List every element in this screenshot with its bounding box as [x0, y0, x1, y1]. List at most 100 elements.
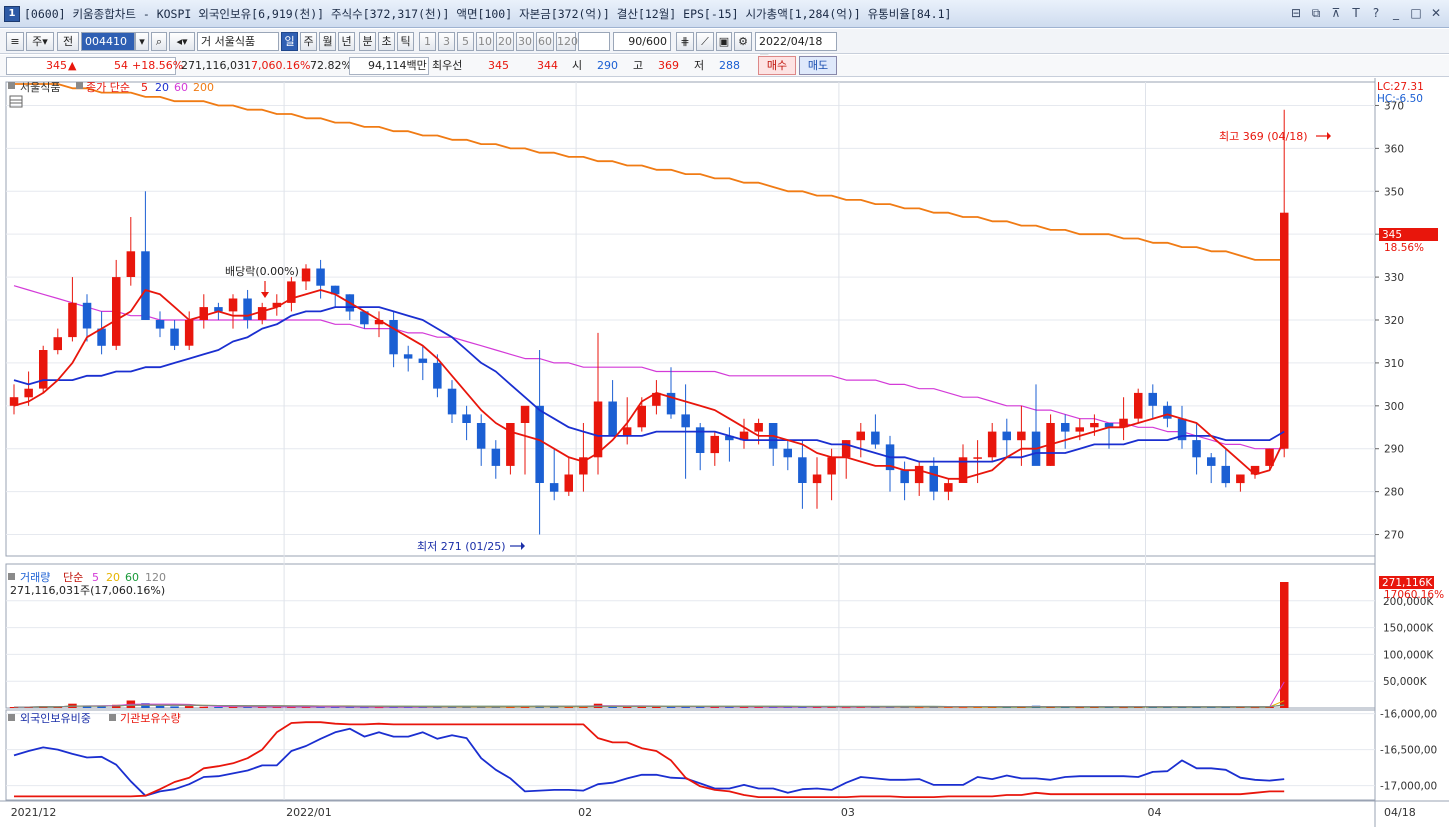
pin-icon[interactable]: ⊼ [1329, 5, 1343, 21]
period-second-tab[interactable]: 초 [378, 32, 395, 51]
sound-icon[interactable]: ◂▾ [169, 32, 195, 51]
candle-body [1002, 431, 1011, 441]
interval-60[interactable]: 60 [536, 32, 554, 51]
window-title: [0600] 키움종합차트 - KOSPI 외국인보유[6,919(천)] 주식… [24, 6, 952, 21]
period-week-tab[interactable]: 주 [300, 32, 317, 51]
layout-icon[interactable]: ⊟ [1289, 5, 1303, 21]
mode-select[interactable]: 주▾ [26, 32, 54, 51]
interval-10[interactable]: 10 [476, 32, 494, 51]
maximize-button[interactable]: □ [1409, 5, 1423, 21]
volume-value: 271,116,031 [181, 59, 251, 72]
menu-icon[interactable]: ≡ [6, 32, 24, 51]
candle-body [1134, 392, 1143, 419]
date-label: 03 [841, 806, 855, 819]
date-input[interactable]: 2022/04/18 ▦ [755, 32, 837, 65]
candle-body [681, 414, 690, 428]
interval-20[interactable]: 20 [496, 32, 514, 51]
candle-body [564, 474, 573, 492]
sell-button[interactable]: 매도 [799, 56, 837, 75]
line-tool-icon[interactable]: ⟋ [696, 32, 714, 51]
date-label: 04 [1148, 806, 1162, 819]
candle-body [257, 307, 267, 320]
interval-5[interactable]: 5 [457, 32, 474, 51]
volume-bar [214, 706, 223, 708]
volume-tick-label: 100,000K [1383, 649, 1434, 661]
interval-1[interactable]: 1 [419, 32, 436, 51]
period-minute-tab[interactable]: 분 [359, 32, 376, 51]
legend-vma5: 5 [92, 571, 99, 584]
volume-tick-label: 150,000K [1383, 623, 1434, 635]
stock-name-field[interactable]: 거 서울식품 [197, 32, 279, 51]
candle-body [754, 423, 763, 432]
stock-code-input[interactable]: 004410 [81, 32, 135, 51]
interval-120[interactable]: 120 [556, 32, 578, 51]
candle-body [418, 358, 428, 363]
candle-body [112, 277, 121, 346]
legend-ma-label: 종가 단순 [86, 81, 130, 94]
candle-body [82, 302, 92, 329]
period-month-tab[interactable]: 월 [319, 32, 336, 51]
last-date-label: 04/18 [1384, 806, 1416, 819]
candle-body [1236, 474, 1245, 484]
interval-3[interactable]: 3 [438, 32, 455, 51]
candle-body [1075, 427, 1084, 432]
candle-tool-icon[interactable]: ⋕ [676, 32, 694, 51]
help-icon[interactable]: ? [1369, 5, 1383, 21]
legend-ma5: 5 [141, 81, 148, 94]
foreign-tick-label: -16,000,00 [1380, 709, 1437, 721]
legend-vma120: 120 [145, 571, 166, 584]
price-current-tag: 345 [1382, 229, 1402, 241]
jeon-button[interactable]: 전 [57, 32, 79, 51]
period-year-tab[interactable]: 년 [338, 32, 355, 51]
candle-body [973, 457, 982, 459]
price-tick-label: 350 [1384, 186, 1404, 198]
volume-bar [184, 706, 194, 708]
legend-ma200: 200 [193, 81, 214, 94]
buy-button[interactable]: 매수 [758, 56, 796, 75]
custom-interval-select[interactable] [578, 32, 610, 51]
interval-30[interactable]: 30 [516, 32, 534, 51]
candle-body [929, 465, 938, 492]
toolbar: ≡ 주▾ 전 004410 ▾ ⌕ ◂▾ 거 서울식품 일 주 월 년 분 초 … [0, 29, 1449, 65]
count-input[interactable]: 90/600 [613, 32, 671, 51]
code-dropdown-icon[interactable]: ▾ [135, 32, 149, 51]
high-annotation: 최고 369 (04/18) [1219, 130, 1308, 143]
candle-body [593, 401, 603, 458]
candle-body [243, 298, 252, 320]
low-price: 288 [719, 59, 740, 72]
volume-current-tag: 271,116K [1382, 577, 1433, 589]
save-icon[interactable]: ▣ [716, 32, 732, 51]
period-day-tab[interactable]: 일 [281, 32, 298, 51]
candle-body [1061, 423, 1070, 432]
period-tick-tab[interactable]: 틱 [397, 32, 414, 51]
chart-canvas[interactable]: 27028029030031032033034035036037050,000K… [0, 78, 1449, 827]
volume-bar [652, 706, 661, 708]
minimize-button[interactable]: _ [1389, 5, 1403, 21]
candle-body [900, 470, 909, 484]
link-icon[interactable]: ⧉ [1309, 5, 1323, 21]
legend-stock-name: 서울식품 [20, 81, 60, 94]
candle-body [871, 431, 880, 445]
candle-body [1017, 431, 1026, 441]
current-price: 345 [46, 59, 67, 72]
candle-body [24, 388, 33, 398]
date-label: 02 [578, 806, 592, 819]
candle-body [1221, 465, 1230, 484]
price-tick-label: 320 [1384, 315, 1404, 327]
settings-icon[interactable]: ⚙ [734, 32, 752, 51]
chart-area[interactable]: 27028029030031032033034035036037050,000K… [0, 78, 1449, 827]
high-price: 369 [658, 59, 679, 72]
text-icon[interactable]: T [1349, 5, 1363, 21]
candle-body [827, 457, 836, 475]
candle-body [710, 435, 719, 454]
price-tick-label: 360 [1384, 143, 1404, 155]
price-tick-label: 290 [1384, 444, 1404, 456]
candle-body [1280, 212, 1289, 449]
close-button[interactable]: ✕ [1429, 5, 1443, 21]
dividend-annotation: 배당락(0.00%) [225, 265, 299, 278]
candle-body [1163, 405, 1172, 419]
candle-body [1148, 392, 1157, 406]
candle-body [155, 320, 165, 329]
search-icon[interactable]: ⌕ [151, 32, 167, 51]
volume-rate: 7,060.16% [251, 59, 311, 72]
